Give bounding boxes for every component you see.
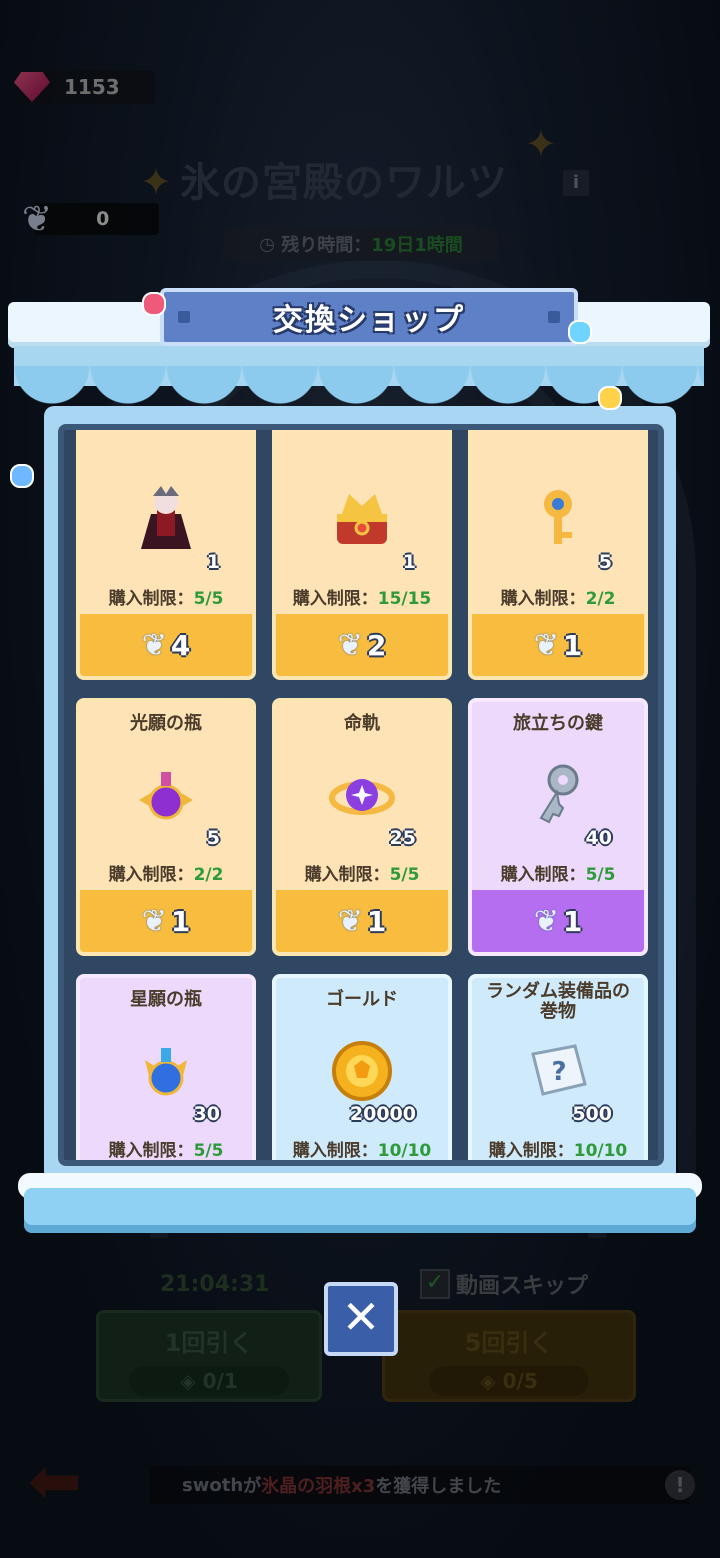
purchase-limit-value: 15/15 xyxy=(377,589,432,609)
purchase-limit: 購入制限：5/5 xyxy=(276,860,448,885)
light-bulb-icon xyxy=(598,386,622,410)
buy-button[interactable]: ❦ 1 xyxy=(80,890,252,952)
purchase-limit-value: 5/5 xyxy=(193,589,224,609)
gold-coin-icon xyxy=(327,1036,397,1106)
shop-item-card[interactable]: 命軌 25 購入制限：5/5 ❦ 1 xyxy=(272,698,452,956)
destiny-orb-icon xyxy=(327,760,397,830)
scroll-icon: ? xyxy=(523,1036,593,1106)
shop-item-quantity: 5 xyxy=(206,827,220,849)
shop-item-card[interactable]: ランダム装備品の巻物?500購入制限：10/10❦1 xyxy=(468,974,648,1161)
shop-item-name: 命軌 xyxy=(344,713,380,734)
shop-title-plate: 交換ショップ xyxy=(160,288,578,346)
shop-item-quantity: 500 xyxy=(572,1103,612,1125)
shop-item-quantity: 5 xyxy=(598,551,612,573)
feather-icon: ❦ xyxy=(337,903,363,939)
silver-key-icon xyxy=(523,760,593,830)
shop-item-card[interactable]: 5 購入制限：2/2 ❦ 1 xyxy=(468,430,648,680)
price-value: 2 xyxy=(366,628,387,662)
shop-item-name: 光願の瓶 xyxy=(130,713,202,734)
purchase-limit-label: 購入制限： xyxy=(292,1141,378,1161)
shop-item-quantity: 1 xyxy=(402,551,416,573)
feather-icon: ❦ xyxy=(337,627,363,663)
purchase-limit-value: 5/5 xyxy=(585,865,616,885)
shop-item-name: ゴールド xyxy=(326,989,398,1010)
feather-icon: ❦ xyxy=(533,627,559,663)
star-wish-bottle-icon xyxy=(131,1036,201,1106)
purchase-limit: 購入制限：2/2 xyxy=(80,860,252,885)
purchase-limit-label: 購入制限： xyxy=(500,865,586,885)
purchase-limit-label: 購入制限： xyxy=(500,589,586,609)
purchase-limit-value: 2/2 xyxy=(193,865,224,885)
purchase-limit-label: 購入制限： xyxy=(108,865,194,885)
shop-item-quantity: 40 xyxy=(585,827,612,849)
exchange-shop-modal: 交換ショップ 1 購入制限：5/5 ❦ 4 1 購入制限：15/15 ❦ 2 5 購入制限：2/2… xyxy=(8,288,710,1233)
purchase-limit: 購入制限：15/15 xyxy=(276,584,448,609)
purchase-limit-value: 5/5 xyxy=(193,1141,224,1161)
crown-chest-icon xyxy=(327,484,397,554)
light-wish-bottle-icon xyxy=(131,760,201,830)
feather-icon: ❦ xyxy=(141,627,167,663)
price-value: 1 xyxy=(562,628,583,662)
shop-title: 交換ショップ xyxy=(273,303,465,338)
purchase-limit: 購入制限：10/10 xyxy=(276,1136,448,1161)
purchase-limit-label: 購入制限： xyxy=(304,865,390,885)
price-value: 1 xyxy=(170,904,191,938)
shop-item-card[interactable]: 光願の瓶 5 購入制限：2/2 ❦ 1 xyxy=(76,698,256,956)
shop-item-quantity: 20000 xyxy=(349,1103,416,1125)
price-value: 1 xyxy=(562,904,583,938)
purchase-limit: 購入制限：5/5 xyxy=(472,860,644,885)
purchase-limit-label: 購入制限： xyxy=(108,1141,194,1161)
light-bulb-icon xyxy=(10,464,34,488)
shop-item-quantity: 30 xyxy=(193,1103,220,1125)
purchase-limit-label: 購入制限： xyxy=(292,589,378,609)
shop-item-quantity: 1 xyxy=(206,551,220,573)
feather-icon: ❦ xyxy=(141,903,167,939)
purchase-limit: 購入制限：5/5 xyxy=(80,1136,252,1161)
price-value: 1 xyxy=(366,904,387,938)
close-button[interactable]: ✕ xyxy=(324,1282,398,1356)
buy-button[interactable]: ❦ 1 xyxy=(472,614,644,676)
shop-item-quantity: 25 xyxy=(389,827,416,849)
buy-button[interactable]: ❦ 1 xyxy=(276,890,448,952)
purchase-limit-label: 購入制限： xyxy=(108,589,194,609)
shop-item-name: ランダム装備品の巻物 xyxy=(486,981,630,1022)
purchase-limit: 購入制限：10/10 xyxy=(472,1136,644,1161)
price-value: 4 xyxy=(170,628,191,662)
feather-icon: ❦ xyxy=(533,903,559,939)
shop-item-card[interactable]: 1 購入制限：15/15 ❦ 2 xyxy=(272,430,452,680)
purchase-limit-value: 5/5 xyxy=(389,865,420,885)
purchase-limit-value: 10/10 xyxy=(377,1141,432,1161)
purchase-limit-label: 購入制限： xyxy=(488,1141,574,1161)
buy-button[interactable]: ❦ 2 xyxy=(276,614,448,676)
shop-item-card[interactable]: ゴールド20000購入制限：10/10❦1 xyxy=(272,974,452,1161)
svg-text:?: ? xyxy=(551,1057,566,1087)
gold-key-icon xyxy=(523,484,593,554)
purchase-limit-value: 2/2 xyxy=(585,589,616,609)
buy-button[interactable]: ❦ 4 xyxy=(80,614,252,676)
purchase-limit: 購入制限：2/2 xyxy=(472,584,644,609)
vampire-character-icon xyxy=(131,484,201,554)
shop-item-card[interactable]: 旅立ちの鍵 40 購入制限：5/5 ❦ 1 xyxy=(468,698,648,956)
purchase-limit: 購入制限：5/5 xyxy=(80,584,252,609)
buy-button[interactable]: ❦ 1 xyxy=(472,890,644,952)
light-bulb-icon xyxy=(142,292,166,316)
light-bulb-icon xyxy=(568,320,592,344)
shop-item-name: 星願の瓶 xyxy=(130,989,202,1010)
shop-item-card[interactable]: 1 購入制限：5/5 ❦ 4 xyxy=(76,430,256,680)
shop-base xyxy=(24,1188,696,1233)
shop-item-card[interactable]: 星願の瓶30購入制限：5/5❦1 xyxy=(76,974,256,1161)
shop-item-name: 旅立ちの鍵 xyxy=(513,713,603,734)
purchase-limit-value: 10/10 xyxy=(573,1141,628,1161)
shop-grid-panel: 1 購入制限：5/5 ❦ 4 1 購入制限：15/15 ❦ 2 5 購入制限：2/2 ❦ 1 光願の瓶 5… xyxy=(58,424,664,1166)
